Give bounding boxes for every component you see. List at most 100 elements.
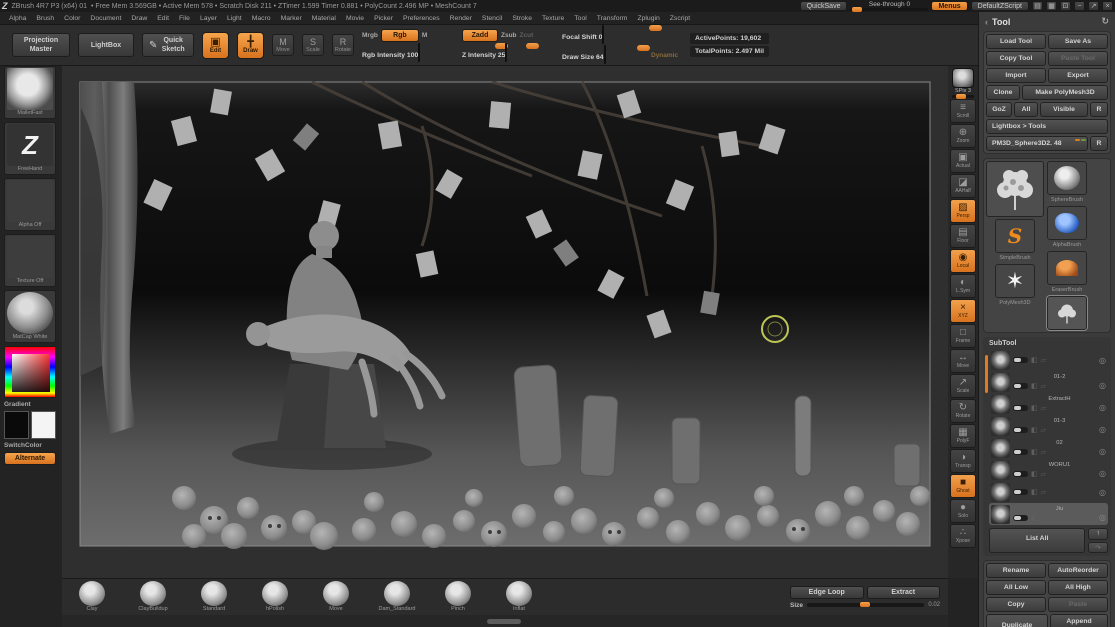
tool-slot-simplebrush[interactable]: S [995, 219, 1035, 253]
refresh-icon[interactable]: ↻ [1101, 16, 1109, 27]
zadd-button[interactable]: Zadd [462, 28, 498, 42]
extract-button[interactable]: Extract [866, 585, 940, 599]
subtool-row[interactable]: WORU1 ◧ ▱ ◎ [989, 459, 1108, 481]
window-control-icon[interactable]: ▤ [1032, 1, 1043, 11]
visibility-toggle[interactable] [1013, 404, 1028, 411]
polypaint-icon[interactable]: ◧ [1031, 448, 1038, 456]
polypaint-icon[interactable]: ◧ [1031, 426, 1038, 434]
shelf-toggle-button[interactable]: ◑ Transp [950, 449, 976, 473]
brush-preset[interactable]: hPolish [253, 581, 297, 613]
paste-tool-button[interactable]: Paste Tool [1048, 51, 1108, 66]
shelf-toggle-button[interactable]: ≡ Scroll [950, 99, 976, 123]
subtool-row[interactable]: Jiu ◧ ▱ ◎ [989, 503, 1108, 525]
window-control-icon[interactable]: ↗ [1088, 1, 1099, 11]
append-button[interactable]: Append [1050, 614, 1108, 627]
dynamic-toggle[interactable]: Dynamic [651, 52, 678, 59]
rgb-button[interactable]: Rgb [380, 28, 419, 42]
goz-r-button[interactable]: R [1090, 102, 1108, 117]
duplicate-button[interactable]: Duplicate [986, 614, 1048, 627]
save-as-button[interactable]: Save As [1048, 34, 1108, 49]
shelf-toggle-button[interactable]: ∴ Xpose [950, 524, 976, 548]
current-brush-selector[interactable]: MalletFast [4, 66, 56, 119]
polypaint-icon[interactable]: ◧ [1031, 488, 1038, 496]
paste-subtool-button[interactable]: Paste [1048, 597, 1108, 612]
menu-item[interactable]: Preferences [398, 15, 445, 22]
shelf-toggle-button[interactable]: ↗ Scale [950, 374, 976, 398]
visibility-toggle[interactable] [1013, 448, 1028, 455]
polypaint-icon[interactable]: ◧ [1031, 404, 1038, 412]
edge-loop-button[interactable]: Edge Loop [790, 585, 864, 599]
subtool-row[interactable]: 01-2 ◧ ▱ ◎ [989, 371, 1108, 393]
draw-button[interactable]: ╋ Draw [237, 31, 264, 59]
tool-slot-polymesh3d[interactable]: ✶ [995, 264, 1035, 298]
tool-r-button[interactable]: R [1090, 136, 1108, 151]
menu-item[interactable]: Tool [569, 15, 591, 22]
uv-icon[interactable]: ▱ [1041, 426, 1046, 434]
subtool-header[interactable]: SubTool [989, 340, 1108, 347]
uv-icon[interactable]: ▱ [1041, 404, 1046, 412]
menu-item[interactable]: Texture [537, 15, 569, 22]
mrgb-button[interactable]: Mrgb [362, 32, 378, 39]
palette-back-icon[interactable]: ‹ [985, 17, 988, 27]
menu-item[interactable]: Stencil [477, 15, 507, 22]
zsub-button[interactable]: Zsub [501, 32, 517, 39]
menu-item[interactable]: Render [445, 15, 477, 22]
uv-icon[interactable]: ▱ [1041, 448, 1046, 456]
color-picker[interactable] [4, 346, 56, 398]
copy-tool-button[interactable]: Copy Tool [986, 51, 1046, 66]
focal-shift-slider[interactable]: Focal Shift 0 [562, 25, 682, 44]
z-intensity-slider[interactable]: Z Intensity 25 [462, 42, 554, 62]
shelf-toggle-button[interactable]: ● Solo [950, 499, 976, 523]
move-button[interactable]: M Move [272, 34, 294, 56]
polypaint-icon[interactable]: ◧ [1031, 382, 1038, 390]
eye-icon[interactable]: ◎ [1099, 488, 1106, 497]
shelf-toggle-button[interactable]: ▦ PolyF [950, 424, 976, 448]
shelf-toggle-button[interactable]: ↻ Rotate [950, 399, 976, 423]
menu-item[interactable]: Movie [341, 15, 369, 22]
see-through-slider[interactable]: See-through 0 [850, 1, 929, 12]
visibility-toggle[interactable] [1013, 357, 1028, 363]
tool-slot-alphabrush[interactable] [1047, 206, 1087, 240]
polypaint-icon[interactable]: ◧ [1031, 514, 1038, 522]
stroke-selector[interactable]: Z FreeHand [4, 122, 56, 175]
quicksave-button[interactable]: QuickSave [799, 1, 848, 11]
load-tool-button[interactable]: Load Tool [986, 34, 1046, 49]
shelf-toggle-button[interactable]: ↔ Move [950, 349, 976, 373]
rename-button[interactable]: Rename [986, 563, 1046, 578]
make-polymesh3d-button[interactable]: Make PolyMesh3D [1022, 85, 1108, 100]
tool-slot-eraserbrush[interactable] [1047, 251, 1087, 285]
shelf-toggle-button[interactable]: ◪ AAHalf [950, 174, 976, 198]
shelf-toggle-button[interactable]: ▤ Floor [950, 224, 976, 248]
rotate-button[interactable]: R Rotate [332, 34, 354, 56]
eye-icon[interactable]: ◎ [1099, 447, 1106, 456]
shelf-toggle-button[interactable]: ⊕ Zoom [950, 124, 976, 148]
spix-control[interactable]: SPix 3 [949, 68, 977, 99]
visibility-toggle[interactable] [1013, 382, 1028, 389]
subtool-down-button[interactable]: ↷ [1088, 541, 1108, 553]
eye-icon[interactable]: ◎ [1099, 381, 1106, 390]
rgb-intensity-slider[interactable]: Rgb Intensity 100 [362, 42, 509, 62]
goz-all-button[interactable]: All [1014, 102, 1038, 117]
menus-button[interactable]: Menus [931, 1, 968, 11]
size-slider[interactable]: Size 0.02 [790, 602, 940, 609]
visibility-toggle[interactable] [1013, 489, 1028, 495]
tool-slot-current-tree[interactable] [1047, 296, 1087, 330]
menu-item[interactable]: Color [59, 15, 85, 22]
polypaint-icon[interactable]: ◧ [1031, 356, 1038, 364]
brush-preset[interactable]: Dam_Standard [375, 581, 419, 613]
polypaint-icon[interactable]: ◧ [1031, 470, 1038, 478]
eye-icon[interactable]: ◎ [1099, 403, 1106, 412]
zcut-button[interactable]: Zcut [520, 32, 534, 39]
brush-preset[interactable]: Inflat [497, 581, 541, 613]
eye-icon[interactable]: ◎ [1099, 356, 1106, 365]
window-control-icon[interactable]: ▦ [1046, 1, 1057, 11]
visibility-toggle[interactable] [1013, 470, 1028, 477]
shelf-toggle-button[interactable]: ■ Ghost [950, 474, 976, 498]
goz-visible-button[interactable]: Visible [1040, 102, 1088, 117]
current-tool-thumbnail[interactable] [986, 161, 1044, 217]
subtool-row[interactable]: ExtractH ◧ ▱ ◎ [989, 393, 1108, 415]
window-control-icon[interactable]: ⊡ [1060, 1, 1071, 11]
active-tool-name[interactable]: PM3D_Sphere3D2. 48 [986, 136, 1088, 151]
uv-icon[interactable]: ▱ [1041, 470, 1046, 478]
viewport-canvas[interactable] [62, 66, 948, 578]
